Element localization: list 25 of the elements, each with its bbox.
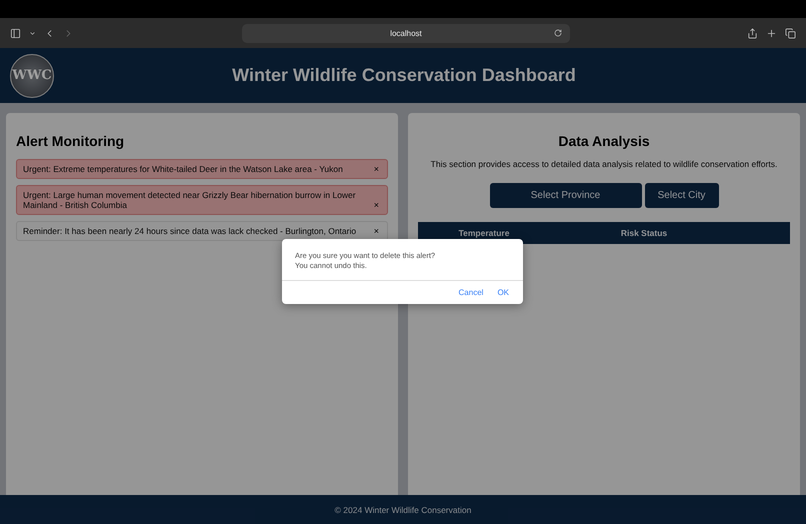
dashboard-title: Winter Wildlife Conservation Dashboard	[231, 65, 577, 86]
reload-icon[interactable]	[554, 29, 562, 37]
alert-item: Urgent: Extreme temperatures for White-tailed Deer in the Watson Lake area - Yukon ×	[16, 159, 388, 179]
close-button[interactable]: ×	[372, 200, 381, 210]
panel-title: Data Analysis	[557, 133, 651, 149]
description-text: This section provides access to detailed data analysis related to wildlife conservation efforts.	[430, 159, 778, 169]
select-button[interactable]: Select City	[644, 183, 718, 208]
dialog-button[interactable]: OK	[497, 288, 509, 297]
panel-title: Alert Monitoring	[16, 133, 126, 149]
close-button[interactable]: ×	[372, 164, 381, 174]
address-bar[interactable]: localhost	[242, 24, 570, 42]
logo: WWC	[10, 54, 54, 98]
copyright-text: © 2024 Winter Wildlife Conservation	[334, 504, 472, 514]
alert-item: Urgent: Large human movement detected near Grizzly Bear hibernation burrow in Lower Mainland - British Columbia ×	[16, 185, 388, 215]
select-button[interactable]: Select Province	[490, 183, 642, 208]
close-button[interactable]: ×	[372, 226, 381, 236]
alert-item: Reminder: It has been nearly 24 hours since data was lack checked - Burlington, Ontario ×	[16, 221, 388, 241]
column-header: Temperature	[458, 228, 510, 238]
tabs-icon[interactable]	[785, 28, 796, 38]
column-header: Risk Status	[620, 228, 668, 238]
new-tab-icon[interactable]	[766, 28, 777, 38]
dialog-button[interactable]: Cancel	[458, 288, 484, 297]
sidebar-icon[interactable]	[10, 28, 21, 38]
share-icon[interactable]	[747, 28, 758, 38]
chevron-down-icon[interactable]	[29, 30, 36, 36]
